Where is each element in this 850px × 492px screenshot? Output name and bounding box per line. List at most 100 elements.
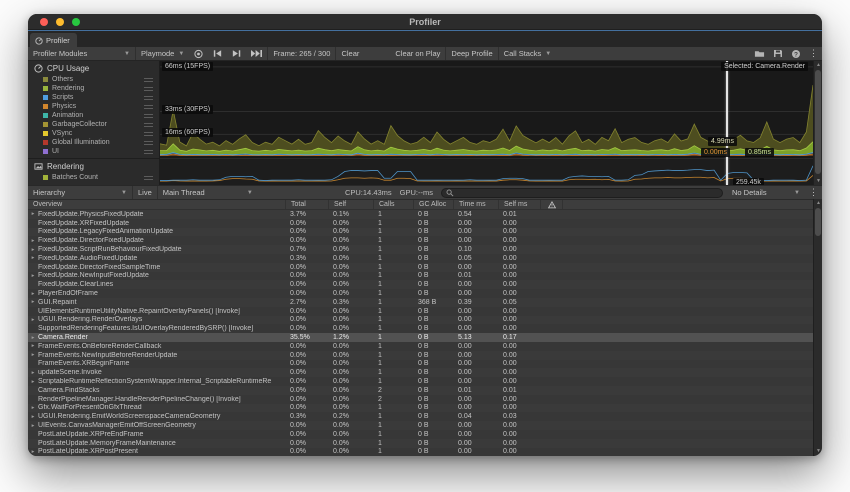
table-row[interactable]: ▸FixedUpdate.AudioFixedUpdate0.3%0.0%10 … bbox=[28, 254, 813, 263]
legend-item-batches-count[interactable]: Batches Count bbox=[28, 173, 159, 182]
save-profile-button[interactable] bbox=[769, 47, 787, 60]
table-row[interactable]: ▸updateScene.Invoke0.0%0.0%10 B0.000.00 bbox=[28, 368, 813, 377]
deep-profile-toggle[interactable]: Deep Profile bbox=[446, 47, 497, 60]
table-row[interactable]: SupportedRenderingFeatures.IsUIOverlayRe… bbox=[28, 324, 813, 333]
current-frame-button[interactable] bbox=[246, 47, 267, 60]
view-mode-dropdown[interactable]: Hierarchy▼ bbox=[28, 186, 132, 199]
gpu-time-label[interactable]: GPU:--ms bbox=[396, 186, 437, 199]
expand-arrow-icon[interactable]: ▸ bbox=[28, 291, 38, 297]
table-row[interactable]: RenderPipelineManager.HandleRenderPipeli… bbox=[28, 395, 813, 404]
column-header-total[interactable]: Total bbox=[285, 200, 328, 209]
rendering-module-header[interactable]: Rendering bbox=[28, 159, 159, 173]
expand-arrow-icon[interactable]: ▸ bbox=[28, 255, 38, 261]
search-input[interactable] bbox=[457, 189, 718, 197]
expand-arrow-icon[interactable]: ▸ bbox=[28, 352, 38, 358]
scroll-up-icon[interactable]: ▲ bbox=[814, 200, 822, 206]
legend-item-vsync[interactable]: VSync bbox=[28, 129, 159, 138]
table-row[interactable]: ▸UIEvents.CanvasManagerEmitOffScreenGeom… bbox=[28, 421, 813, 430]
table-row[interactable]: ▸FixedUpdate.DirectorFixedUpdate0.0%0.0%… bbox=[28, 236, 813, 245]
column-header-self[interactable]: Self bbox=[328, 200, 373, 209]
table-row[interactable]: ▸UGUI.Rendering.RenderOverlays0.0%0.0%10… bbox=[28, 316, 813, 325]
column-header-time-ms[interactable]: Time ms bbox=[453, 200, 498, 209]
expand-arrow-icon[interactable]: ▸ bbox=[28, 335, 38, 341]
table-row[interactable]: ▸UGUI.Rendering.EmitWorldScreenspaceCame… bbox=[28, 412, 813, 421]
expand-arrow-icon[interactable]: ▸ bbox=[28, 238, 38, 244]
legend-item-animation[interactable]: Animation bbox=[28, 111, 159, 120]
table-row[interactable]: ▸Camera.Render35.5%1.2%10 B5.130.17 bbox=[28, 333, 813, 342]
drag-handle-icon[interactable] bbox=[144, 150, 153, 154]
expand-arrow-icon[interactable]: ▸ bbox=[28, 379, 38, 385]
previous-frame-button[interactable] bbox=[208, 47, 227, 60]
legend-item-rendering[interactable]: Rendering bbox=[28, 84, 159, 93]
column-header-overview[interactable]: Overview bbox=[28, 200, 285, 209]
table-row[interactable]: ▸FrameEvents.OnBeforeRenderCallback0.0%0… bbox=[28, 342, 813, 351]
drag-handle-icon[interactable] bbox=[144, 78, 153, 82]
table-row[interactable]: FixedUpdate.XRFixedUpdate0.0%0.0%10 B0.0… bbox=[28, 219, 813, 228]
expand-arrow-icon[interactable]: ▸ bbox=[28, 449, 38, 455]
call-stacks-dropdown[interactable]: Call Stacks▼ bbox=[499, 47, 556, 60]
table-row[interactable]: FrameEvents.XRBeginFrame0.0%0.0%10 B0.00… bbox=[28, 360, 813, 369]
chart-scrollbar-thumb[interactable] bbox=[815, 70, 821, 174]
hierarchy-menu-button[interactable]: ⋮ bbox=[805, 186, 822, 199]
drag-handle-icon[interactable] bbox=[144, 87, 153, 91]
drag-handle-icon[interactable] bbox=[144, 105, 153, 109]
table-row[interactable]: ▸GUI.Repaint2.7%0.3%1368 B0.390.05 bbox=[28, 298, 813, 307]
tab-profiler[interactable]: Profiler bbox=[30, 33, 77, 48]
live-toggle[interactable]: Live bbox=[133, 186, 157, 199]
help-button[interactable]: ? bbox=[787, 47, 805, 60]
table-row[interactable]: ▸FrameEvents.NewInputBeforeRenderUpdate0… bbox=[28, 351, 813, 360]
window-menu-button[interactable]: ⋮ bbox=[805, 47, 822, 60]
table-scrollbar[interactable]: ▲ ▼ bbox=[813, 199, 822, 456]
table-row[interactable]: ▸FixedUpdate.PhysicsFixedUpdate3.7%0.1%1… bbox=[28, 210, 813, 219]
thread-dropdown[interactable]: Main Thread▼ bbox=[158, 186, 258, 199]
expand-arrow-icon[interactable]: ▸ bbox=[28, 273, 38, 279]
expand-arrow-icon[interactable]: ▸ bbox=[28, 211, 38, 217]
column-header-calls[interactable]: Calls bbox=[373, 200, 413, 209]
drag-handle-icon[interactable] bbox=[144, 96, 153, 100]
scroll-up-icon[interactable]: ▲ bbox=[814, 62, 822, 68]
column-header-self-ms[interactable]: Self ms bbox=[498, 200, 540, 209]
drag-handle-icon[interactable] bbox=[144, 176, 153, 180]
table-row[interactable]: ▸PlayerEndOfFrame0.0%0.0%10 B0.000.00 bbox=[28, 289, 813, 298]
table-row[interactable]: ▸FixedUpdate.NewInputFixedUpdate0.0%0.0%… bbox=[28, 272, 813, 281]
table-row[interactable]: PostLateUpdate.XRPreEndFrame0.0%0.0%10 B… bbox=[28, 430, 813, 439]
table-row[interactable]: ▸ScriptableRuntimeReflectionSystemWrappe… bbox=[28, 377, 813, 386]
scroll-down-icon[interactable]: ▼ bbox=[814, 448, 822, 454]
drag-handle-icon[interactable] bbox=[144, 123, 153, 127]
table-scrollbar-thumb[interactable] bbox=[815, 208, 821, 236]
drag-handle-icon[interactable] bbox=[144, 114, 153, 118]
expand-arrow-icon[interactable]: ▸ bbox=[28, 405, 38, 411]
table-row[interactable]: PostLateUpdate.MemoryFrameMaintenance0.0… bbox=[28, 439, 813, 448]
cpu-time-label[interactable]: CPU:14.43ms bbox=[341, 186, 396, 199]
expand-arrow-icon[interactable]: ▸ bbox=[28, 370, 38, 376]
chart-scrollbar[interactable]: ▲ ▼ bbox=[813, 61, 822, 185]
profiler-modules-dropdown[interactable]: Profiler Modules▼ bbox=[28, 47, 135, 60]
table-row[interactable]: FixedUpdate.LegacyFixedAnimationUpdate0.… bbox=[28, 228, 813, 237]
table-row[interactable]: Camera.FindStacks0.0%0.0%20 B0.010.01 bbox=[28, 386, 813, 395]
expand-arrow-icon[interactable]: ▸ bbox=[28, 299, 38, 305]
legend-item-others[interactable]: Others bbox=[28, 75, 159, 84]
titlebar[interactable]: Profiler bbox=[28, 14, 822, 30]
expand-arrow-icon[interactable]: ▸ bbox=[28, 317, 38, 323]
legend-item-physics[interactable]: Physics bbox=[28, 102, 159, 111]
column-header-warnings[interactable] bbox=[540, 200, 562, 209]
expand-arrow-icon[interactable]: ▸ bbox=[28, 247, 38, 253]
legend-item-global-illumination[interactable]: Global Illumination bbox=[28, 138, 159, 147]
drag-handle-icon[interactable] bbox=[144, 132, 153, 136]
clear-on-play-toggle[interactable]: Clear on Play bbox=[390, 47, 445, 60]
expand-arrow-icon[interactable]: ▸ bbox=[28, 343, 38, 349]
table-row[interactable]: FixedUpdate.DirectorFixedSampleTime0.0%0… bbox=[28, 263, 813, 272]
expand-arrow-icon[interactable]: ▸ bbox=[28, 414, 38, 420]
drag-handle-icon[interactable] bbox=[144, 141, 153, 145]
next-frame-button[interactable] bbox=[227, 47, 246, 60]
rendering-chart[interactable] bbox=[160, 158, 813, 185]
table-row[interactable]: ▸FixedUpdate.ScriptRunBehaviourFixedUpda… bbox=[28, 245, 813, 254]
scroll-down-icon[interactable]: ▼ bbox=[814, 178, 822, 184]
legend-item-scripts[interactable]: Scripts bbox=[28, 93, 159, 102]
cpu-usage-module-header[interactable]: CPU Usage bbox=[28, 61, 159, 75]
selected-frame-line[interactable] bbox=[726, 61, 728, 185]
clear-button[interactable]: Clear bbox=[336, 47, 364, 60]
expand-arrow-icon[interactable]: ▸ bbox=[28, 423, 38, 429]
load-profile-button[interactable] bbox=[750, 47, 769, 60]
legend-item-ui[interactable]: UI bbox=[28, 147, 159, 156]
